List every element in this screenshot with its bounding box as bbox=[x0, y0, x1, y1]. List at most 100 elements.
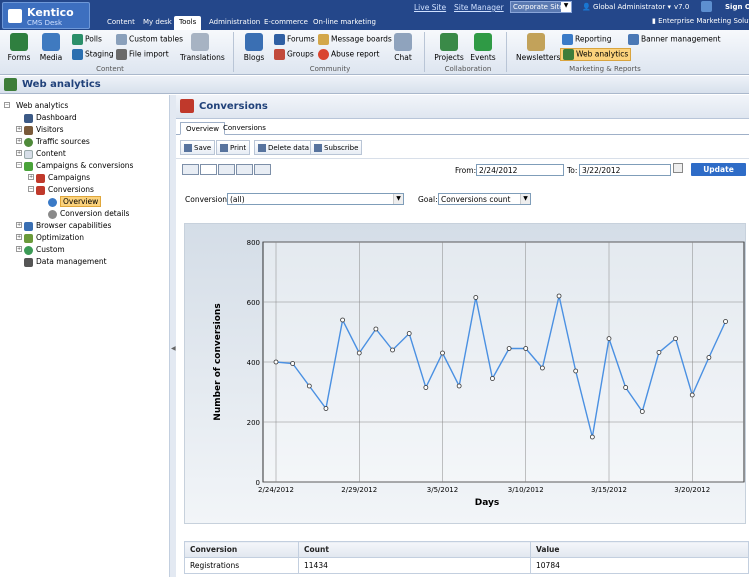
tree-item-conversions[interactable]: Conversions bbox=[36, 184, 94, 195]
data-point[interactable] bbox=[656, 349, 662, 355]
data-point[interactable] bbox=[623, 385, 629, 390]
data-point[interactable] bbox=[723, 319, 728, 324]
column-header-count[interactable]: Count bbox=[298, 541, 531, 558]
data-point[interactable] bbox=[306, 383, 312, 389]
update-button[interactable]: Update bbox=[691, 163, 746, 176]
user-menu[interactable]: 👤 Global Administrator ▾ bbox=[582, 3, 671, 11]
from-date-input[interactable]: 2/24/2012 bbox=[476, 164, 564, 176]
kentico-logo[interactable]: Kentico CMS Desk bbox=[2, 2, 90, 29]
tree-item-campaigns-conversions[interactable]: Campaigns & conversions bbox=[24, 160, 133, 171]
subscribe-button[interactable]: Subscribe bbox=[310, 140, 363, 155]
site-selector[interactable]: Corporate Site ▼ bbox=[510, 1, 572, 13]
live-site-link[interactable]: Live Site bbox=[414, 3, 446, 12]
data-point[interactable] bbox=[506, 346, 512, 351]
data-point[interactable] bbox=[273, 359, 279, 365]
newsletters-button[interactable]: Newsletters bbox=[516, 33, 560, 62]
data-point[interactable] bbox=[639, 409, 645, 414]
view-month-icon[interactable] bbox=[236, 164, 253, 175]
tree-item-content[interactable]: Content bbox=[24, 148, 66, 159]
tree-item-conversion-details[interactable]: Conversion details bbox=[48, 208, 129, 219]
web-analytics-button[interactable]: Web analytics bbox=[560, 48, 632, 61]
tab-e-commerce[interactable]: E-commerce bbox=[259, 16, 313, 30]
tab-content[interactable]: Content bbox=[102, 16, 140, 30]
data-point[interactable] bbox=[440, 350, 445, 356]
tree-item-web-analytics[interactable]: Web analytics bbox=[16, 100, 68, 111]
events-button[interactable]: Events bbox=[470, 33, 496, 62]
site-manager-link[interactable]: Site Manager bbox=[454, 3, 504, 12]
column-header-conversion[interactable]: Conversion bbox=[184, 541, 299, 558]
data-point[interactable] bbox=[523, 346, 529, 351]
polls-button[interactable]: Polls bbox=[72, 34, 102, 45]
help-icon[interactable] bbox=[701, 1, 712, 12]
tree-item-browser-capabilities[interactable]: Browser capabilities bbox=[24, 220, 111, 231]
data-point[interactable] bbox=[689, 392, 695, 398]
tab-administration[interactable]: Administration bbox=[204, 16, 265, 30]
expand-icon[interactable]: + bbox=[16, 138, 22, 144]
tree-item-custom[interactable]: Custom bbox=[24, 244, 65, 255]
data-point[interactable] bbox=[606, 336, 612, 341]
projects-button[interactable]: Projects bbox=[434, 33, 464, 62]
view-hour-icon[interactable] bbox=[182, 164, 199, 175]
save-button[interactable]: Save bbox=[180, 140, 216, 155]
view-day-icon[interactable] bbox=[200, 164, 217, 175]
custom-tables-button[interactable]: Custom tables bbox=[116, 34, 183, 45]
forums-button[interactable]: Forums bbox=[274, 34, 315, 45]
conversion-select[interactable]: (all) ▼ bbox=[227, 193, 404, 205]
staging-button[interactable]: Staging bbox=[72, 49, 114, 60]
data-point[interactable] bbox=[539, 365, 545, 371]
forms-button[interactable]: Forms bbox=[6, 33, 32, 62]
data-point[interactable] bbox=[706, 355, 712, 360]
data-point[interactable] bbox=[323, 406, 329, 411]
tree-item-overview[interactable]: Overview bbox=[48, 196, 102, 207]
expand-icon[interactable]: + bbox=[16, 150, 22, 156]
expand-icon[interactable]: + bbox=[16, 126, 22, 132]
data-point[interactable] bbox=[473, 295, 479, 300]
calendar-icon[interactable] bbox=[673, 163, 683, 173]
banner-management-button[interactable]: Banner management bbox=[628, 34, 721, 45]
tab-my-desk[interactable]: My desk bbox=[138, 16, 177, 30]
abuse-report-button[interactable]: Abuse report bbox=[318, 49, 379, 60]
data-point[interactable] bbox=[406, 331, 412, 336]
tree-item-traffic-sources[interactable]: Traffic sources bbox=[24, 136, 90, 147]
tab-conversions[interactable]: Conversions bbox=[218, 122, 271, 135]
message-boards-button[interactable]: Message boards bbox=[318, 34, 392, 45]
data-point[interactable] bbox=[423, 385, 429, 390]
data-point[interactable] bbox=[356, 350, 362, 356]
expand-icon[interactable]: + bbox=[16, 222, 22, 228]
expand-icon[interactable]: + bbox=[16, 234, 22, 240]
tree-item-optimization[interactable]: Optimization bbox=[24, 232, 84, 243]
file-import-button[interactable]: File import bbox=[116, 49, 169, 60]
tab-tools[interactable]: Tools bbox=[174, 16, 202, 30]
groups-button[interactable]: Groups bbox=[274, 49, 314, 60]
tree-item-campaigns[interactable]: Campaigns bbox=[36, 172, 90, 183]
print-button[interactable]: Print bbox=[216, 140, 251, 155]
reporting-button[interactable]: Reporting bbox=[562, 34, 611, 45]
goal-select[interactable]: Conversions count ▼ bbox=[438, 193, 531, 205]
media-button[interactable]: Media bbox=[38, 33, 64, 62]
column-header-value[interactable]: Value bbox=[530, 541, 749, 558]
delete-data-button[interactable]: Delete data bbox=[254, 140, 313, 155]
data-point[interactable] bbox=[490, 376, 495, 381]
data-point[interactable] bbox=[673, 336, 679, 341]
translations-button[interactable]: Translations bbox=[180, 33, 225, 62]
view-week-icon[interactable] bbox=[218, 164, 235, 175]
expand-icon[interactable]: + bbox=[16, 246, 22, 252]
tree-item-visitors[interactable]: Visitors bbox=[24, 124, 64, 135]
tab-online-marketing[interactable]: On-line marketing bbox=[308, 16, 381, 30]
data-point[interactable] bbox=[290, 361, 296, 366]
view-year-icon[interactable] bbox=[254, 164, 271, 175]
expand-icon[interactable]: + bbox=[28, 174, 34, 180]
data-point[interactable] bbox=[556, 293, 562, 299]
data-point[interactable] bbox=[456, 383, 462, 389]
data-point[interactable] bbox=[340, 317, 346, 323]
blogs-button[interactable]: Blogs bbox=[242, 33, 266, 62]
data-point[interactable] bbox=[589, 434, 595, 440]
data-point[interactable] bbox=[373, 326, 379, 332]
data-point[interactable] bbox=[573, 368, 579, 374]
tree-item-dashboard[interactable]: Dashboard bbox=[24, 112, 77, 123]
sign-out-link[interactable]: Sign Out bbox=[725, 3, 749, 11]
collapse-icon[interactable]: − bbox=[28, 186, 34, 192]
to-date-input[interactable]: 3/22/2012 bbox=[579, 164, 671, 176]
collapse-icon[interactable]: − bbox=[4, 102, 10, 108]
collapse-icon[interactable]: − bbox=[16, 162, 22, 168]
